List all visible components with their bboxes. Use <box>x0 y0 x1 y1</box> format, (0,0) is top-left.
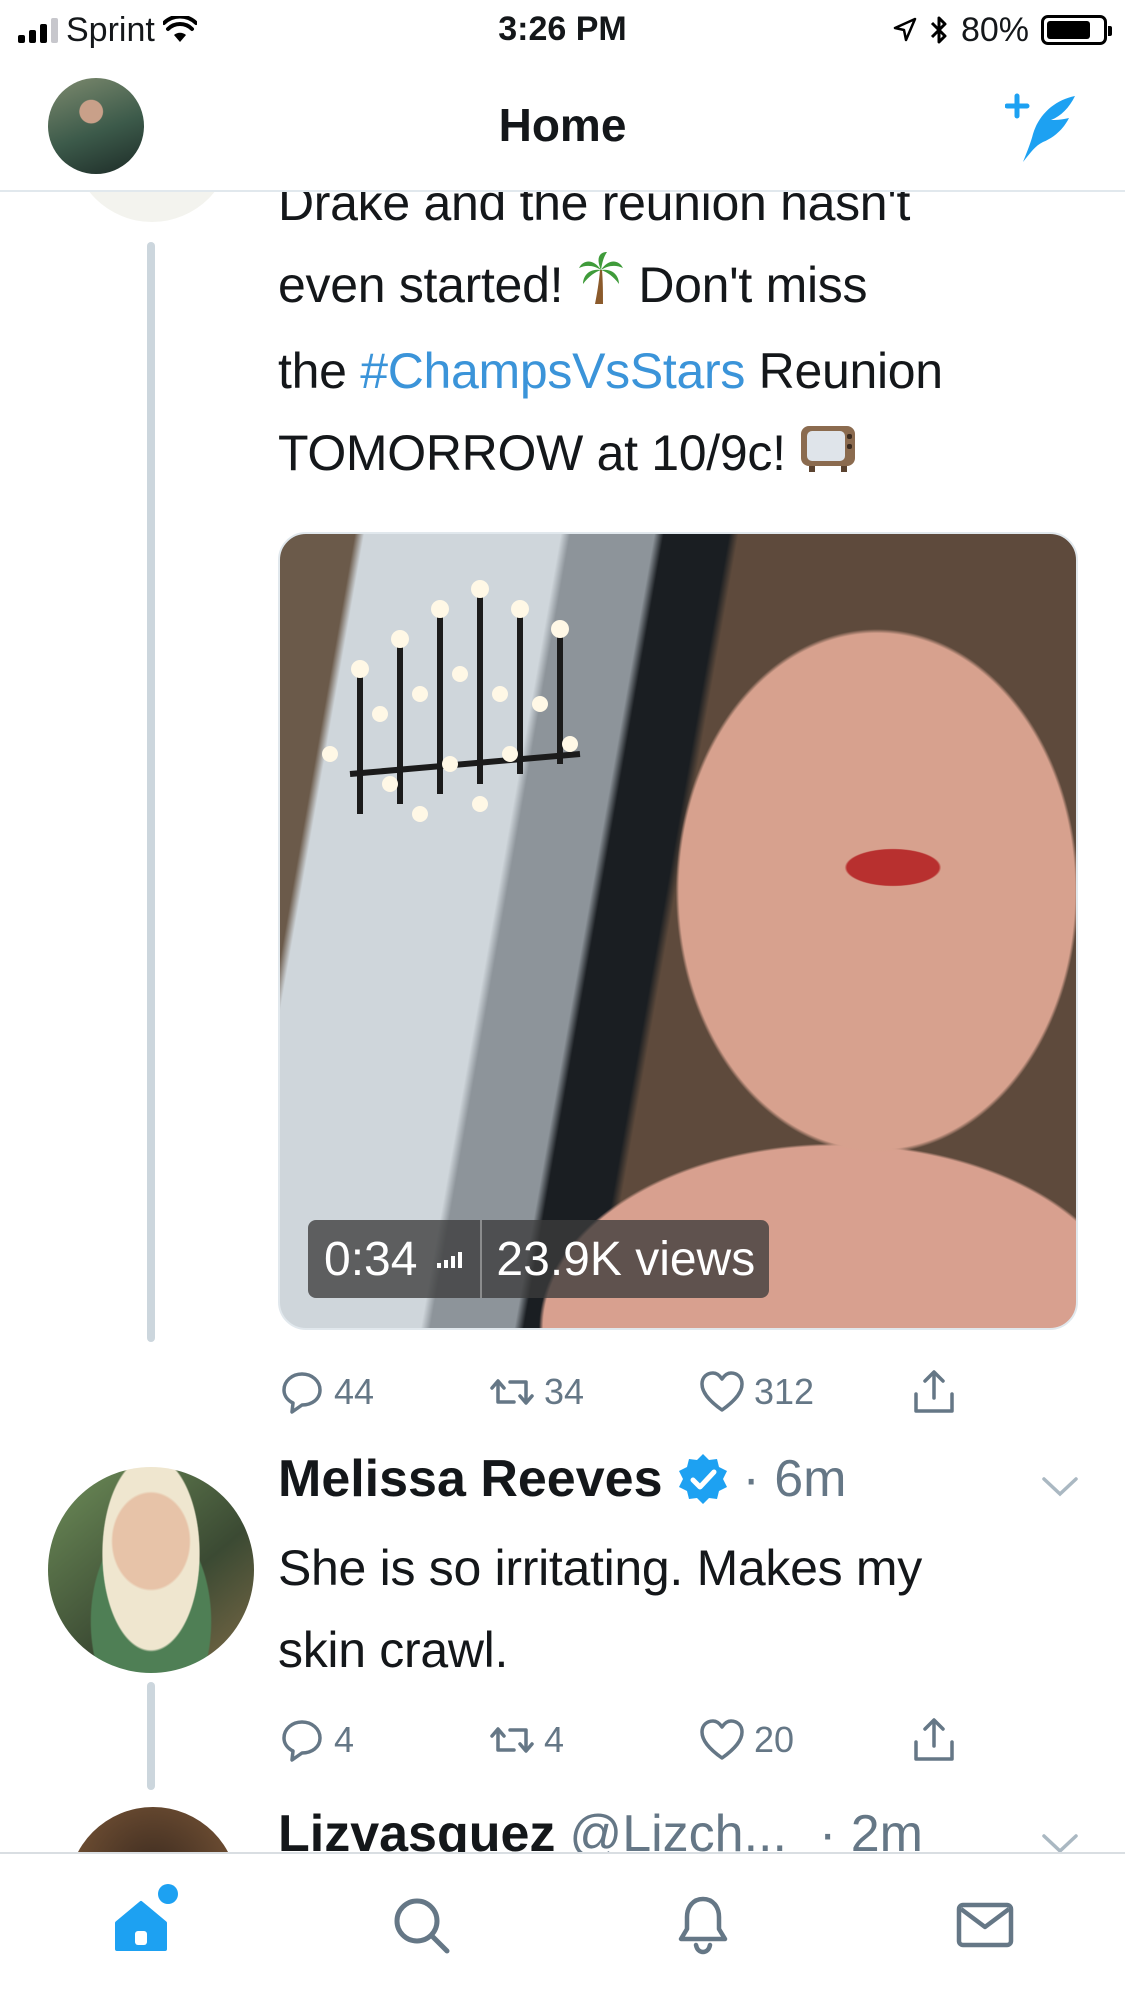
author-name[interactable]: Lizvasquez <box>278 1804 555 1852</box>
video-thumbnail <box>322 580 581 822</box>
tweet-text-line: skin crawl. <box>278 1622 509 1678</box>
share-button[interactable] <box>910 1710 958 1770</box>
tweet-text-segment: the <box>278 342 361 399</box>
palm-tree-icon <box>577 248 625 330</box>
tweet-text-line: Drake and the reunion hasn't <box>278 192 943 244</box>
tweet-text: Drake and the reunion hasn't even started… <box>278 192 943 498</box>
tweet-author-avatar[interactable] <box>48 1467 254 1673</box>
retweet-icon <box>490 1379 534 1405</box>
tweet-text-segment: Reunion <box>745 342 943 399</box>
page-title: Home <box>498 99 627 151</box>
tab-search[interactable] <box>386 1890 456 1960</box>
hashtag-link[interactable]: #ChampsVsStars <box>360 343 745 399</box>
tweet-text: She is so irritating. Makes my skin craw… <box>278 1527 922 1691</box>
heart-icon <box>700 1371 744 1412</box>
tweet-author-avatar[interactable] <box>68 1807 238 1852</box>
like-button[interactable]: 20 <box>698 1710 794 1770</box>
status-indicators: 80% <box>893 8 1112 52</box>
tweet-text-line: TOMORROW at 10/9c! <box>278 412 943 498</box>
tweet-author-avatar[interactable] <box>72 192 232 222</box>
tab-messages[interactable] <box>950 1890 1020 1960</box>
share-icon <box>914 1718 954 1761</box>
tweet-actions: 44 34 312 <box>278 1362 978 1422</box>
tweet-timestamp: · 2m <box>818 1805 923 1852</box>
sound-icon <box>437 1250 463 1268</box>
tweet-text-line: She is so irritating. Makes my <box>278 1540 922 1596</box>
status-bar: Sprint 3:26 PM 80% <box>0 0 1125 64</box>
television-icon <box>799 416 857 498</box>
tweet-text-segment: Don't miss <box>624 257 868 313</box>
location-arrow-icon <box>893 17 917 42</box>
battery-percent: 80% <box>960 10 1029 49</box>
reply-count: 4 <box>334 1719 355 1760</box>
like-count: 20 <box>754 1719 795 1760</box>
tweet-actions: 4 4 20 <box>278 1710 978 1770</box>
tweet-text-segment: Drake and the reunion hasn't <box>278 192 911 231</box>
heart-icon <box>700 1719 744 1760</box>
video-view-count: 23.9K views <box>496 1232 756 1286</box>
tab-home[interactable] <box>106 1884 178 1960</box>
thread-line <box>147 1682 155 1790</box>
chevron-down-icon[interactable] <box>1041 1832 1079 1852</box>
tweet-timestamp: · 6m <box>742 1450 847 1508</box>
reply-button[interactable]: 44 <box>278 1362 374 1422</box>
reply-count: 44 <box>334 1371 375 1412</box>
reply-button[interactable]: 4 <box>278 1710 354 1770</box>
compose-tweet-icon[interactable] <box>1005 90 1081 166</box>
share-icon <box>914 1370 954 1413</box>
tweet-text-segment: TOMORROW at 10/9c! <box>278 424 800 481</box>
author-name[interactable]: Melissa Reeves <box>278 1449 663 1509</box>
tweet-header: Melissa Reeves · 6m <box>278 1444 847 1514</box>
retweet-icon <box>490 1727 534 1753</box>
video-info-overlay: 0:34 23.9K views <box>308 1220 770 1298</box>
retweet-button[interactable]: 4 <box>488 1710 564 1770</box>
bluetooth-icon <box>930 16 947 44</box>
video-duration: 0:34 <box>324 1232 418 1286</box>
tweet-video[interactable]: 0:34 23.9K views <box>278 532 1078 1330</box>
navigation-bar: Home <box>0 64 1125 192</box>
bell-icon <box>678 1896 728 1955</box>
retweet-count: 34 <box>544 1371 585 1412</box>
retweet-count: 4 <box>544 1719 565 1760</box>
verified-badge-icon <box>678 1454 727 1504</box>
mail-icon <box>956 1902 1014 1948</box>
tweet-text-segment: even started! <box>278 257 577 313</box>
timeline: Drake and the reunion hasn't even started… <box>0 192 1125 1852</box>
retweet-button[interactable]: 34 <box>488 1362 584 1422</box>
chevron-down-icon[interactable] <box>1041 1475 1079 1499</box>
tweet-text-line: the #ChampsVsStars Reunion <box>278 330 943 412</box>
thread-line <box>147 242 155 1342</box>
new-content-dot <box>158 1884 178 1904</box>
reply-icon <box>282 1720 322 1762</box>
like-button[interactable]: 312 <box>698 1362 814 1422</box>
author-handle: @Lizch... <box>569 1805 787 1852</box>
tab-notifications[interactable] <box>668 1890 738 1960</box>
battery-icon <box>1041 15 1112 45</box>
like-count: 312 <box>754 1371 815 1412</box>
tweet-header: Lizvasquez @Lizch... · 2m <box>278 1804 923 1852</box>
reply-icon <box>282 1372 322 1414</box>
share-button[interactable] <box>910 1362 958 1422</box>
tab-bar <box>0 1852 1125 2001</box>
search-icon <box>394 1898 450 1954</box>
tweet-text-line: even started! Don't miss <box>278 244 943 330</box>
